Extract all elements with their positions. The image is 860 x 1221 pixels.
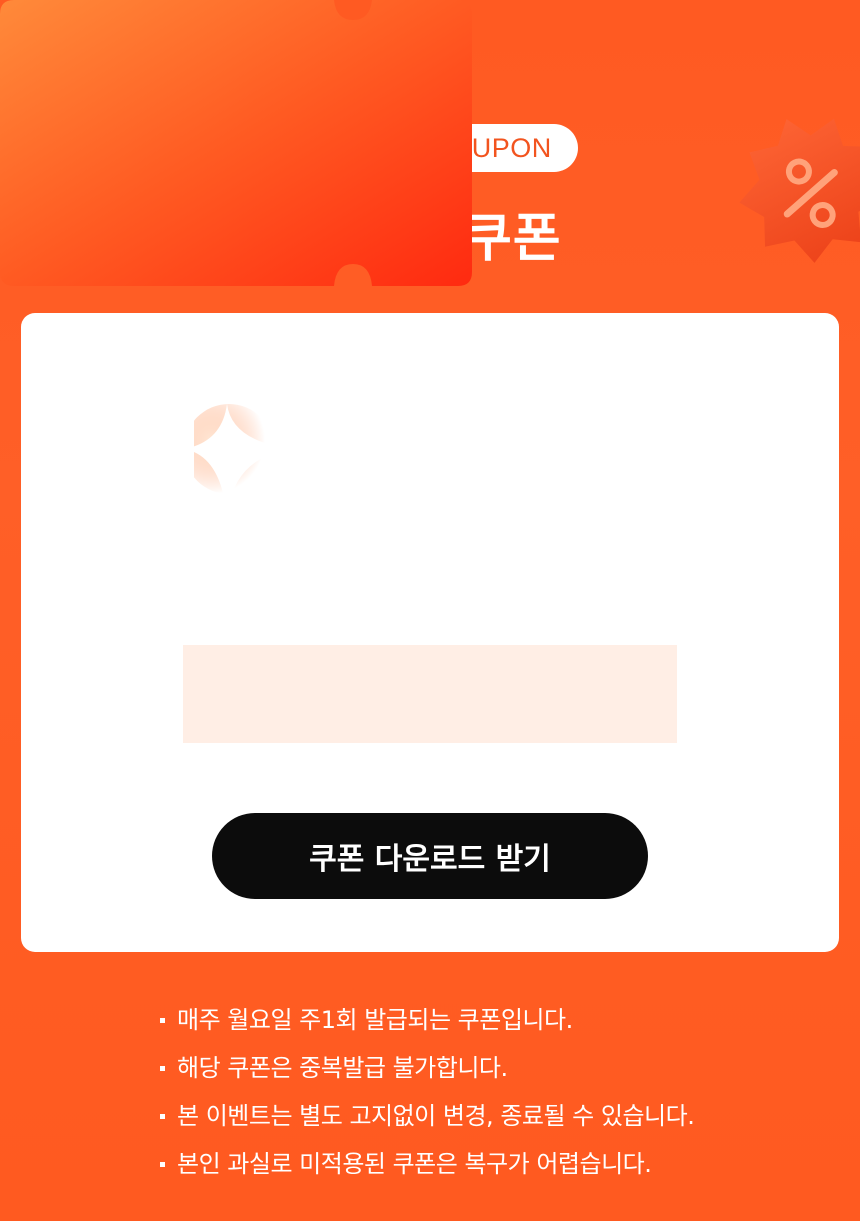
notice-text: 본인 과실로 미적용된 쿠폰은 복구가 어렵습니다. [177,1150,652,1178]
download-coupon-button[interactable]: 쿠폰 다운로드 받기 [212,813,648,899]
notice-item: 본 이벤트는 별도 고지없이 변경, 종료될 수 있습니다. [155,1092,835,1140]
notice-text: 해당 쿠폰은 중복발급 불가합니다. [177,1054,508,1082]
coupon-amount: 10,000 [302,528,558,602]
bullet-icon [160,1017,165,1023]
notice-item: 해당 쿠폰은 중복발급 불가합니다. [155,1044,835,1092]
coupon-glow [183,645,677,743]
notice-item: 매주 월요일 주1회 발급되는 쿠폰입니다. [155,996,835,1044]
bullet-icon [160,1113,165,1119]
notice-text: 매주 월요일 주1회 발급되는 쿠폰입니다. [177,1006,573,1034]
notice-text: 본 이벤트는 별도 고지없이 변경, 종료될 수 있습니다. [177,1102,695,1130]
bullet-icon [160,1065,165,1071]
notice-list: 매주 월요일 주1회 발급되는 쿠폰입니다. 해당 쿠폰은 중복발급 불가합니다… [155,996,835,1188]
coupon-ticket [0,0,472,286]
notice-item: 본인 과실로 미적용된 쿠폰은 복구가 어렵습니다. [155,1140,835,1188]
bullet-icon [160,1161,165,1167]
coupon-label: COUPON [348,494,512,529]
